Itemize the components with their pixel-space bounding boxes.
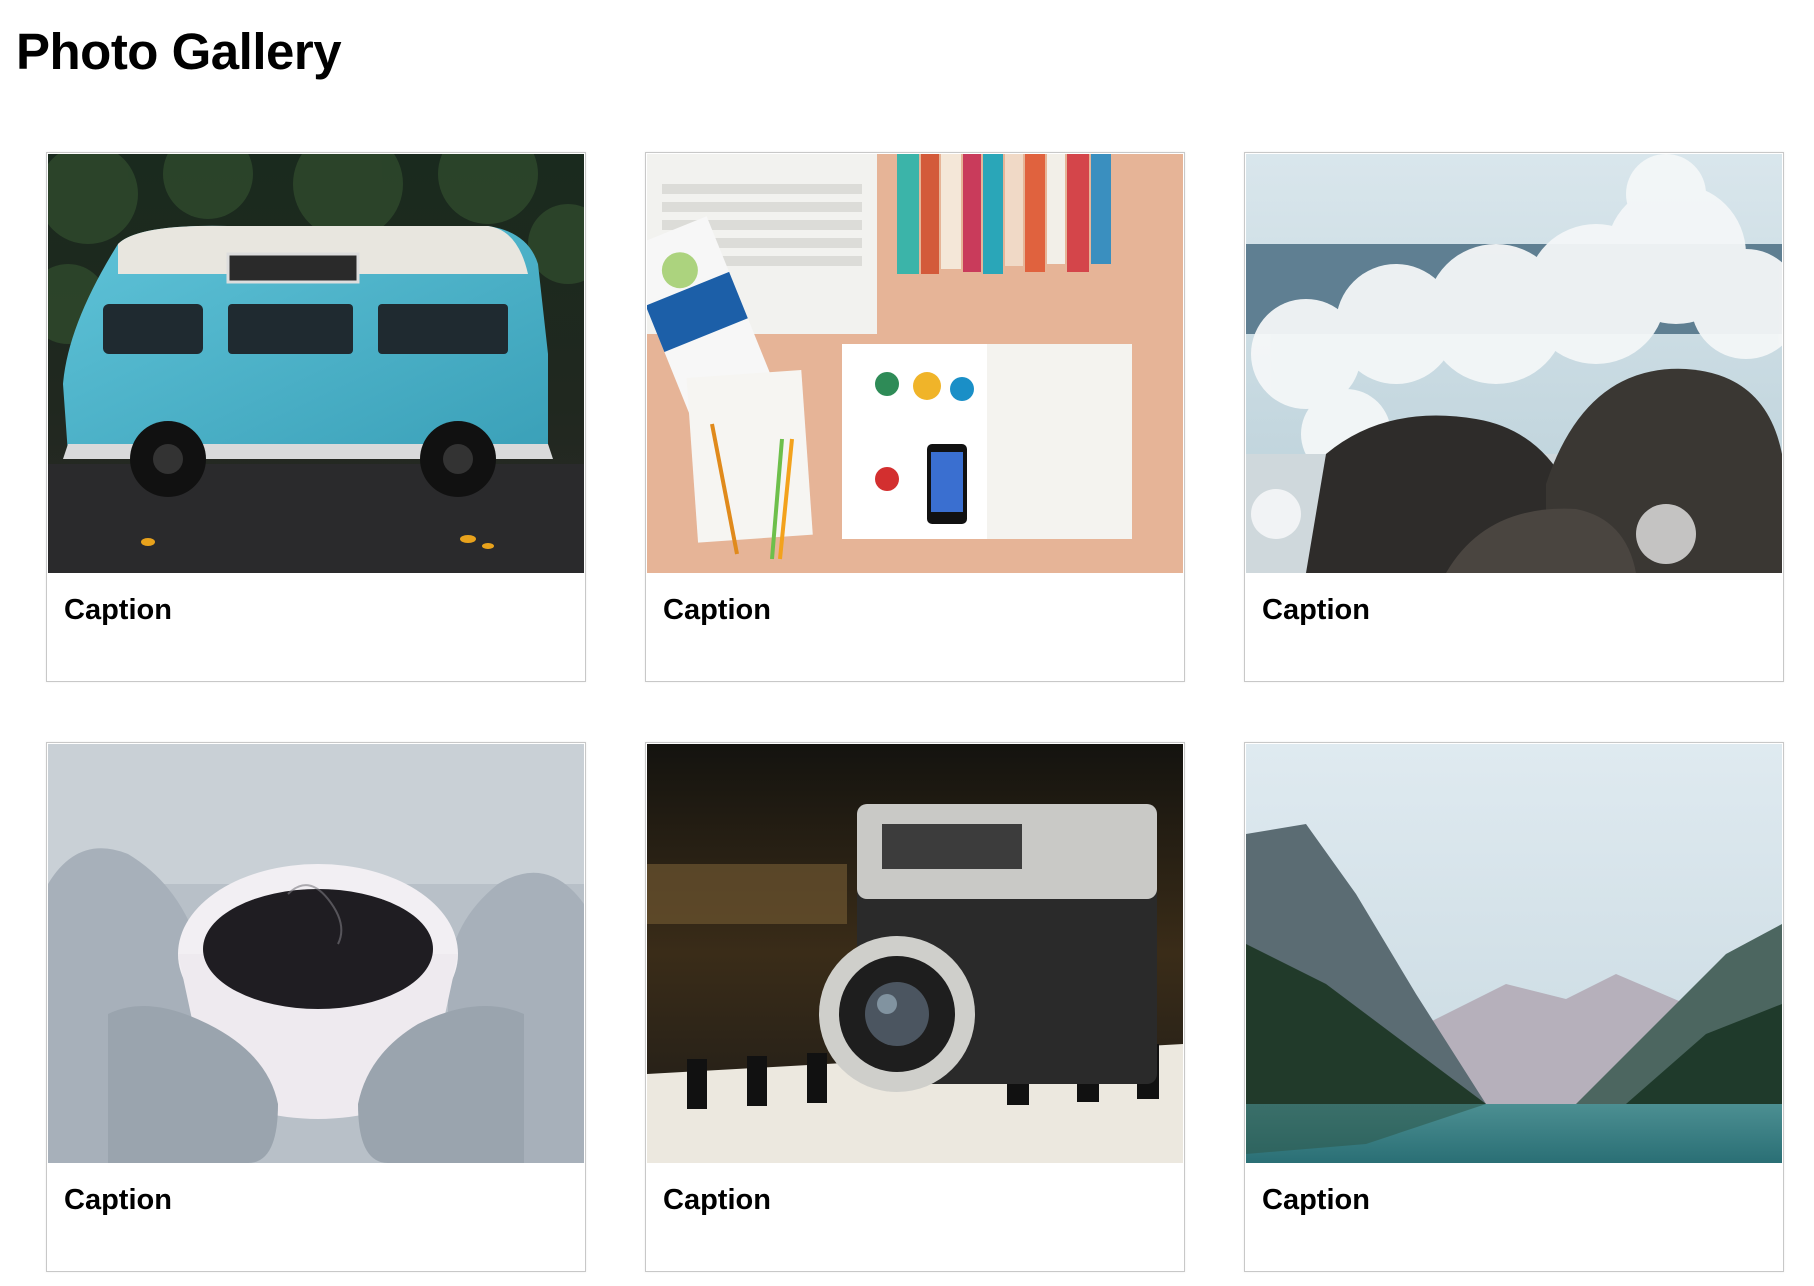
mountain-lake-valley-photo[interactable] xyxy=(1246,744,1782,1163)
gallery-card[interactable]: Caption xyxy=(645,152,1185,682)
gallery-card[interactable]: Caption xyxy=(1244,152,1784,682)
card-caption: Caption xyxy=(64,594,172,626)
ocean-wave-splash-rocks-photo[interactable] xyxy=(1246,154,1782,573)
vintage-camera-on-piano-photo[interactable] xyxy=(647,744,1183,1163)
card-caption: Caption xyxy=(64,1184,172,1216)
gallery-card[interactable]: Caption xyxy=(46,742,586,1272)
desk-flatlay-laptop-magazine-photo[interactable] xyxy=(647,154,1183,573)
card-caption: Caption xyxy=(1262,1184,1370,1216)
gallery-card[interactable]: Caption xyxy=(1244,742,1784,1272)
card-caption: Caption xyxy=(663,1184,771,1216)
gallery-card[interactable]: Caption xyxy=(46,152,586,682)
photo-gallery-grid: Caption Caption Caption Caption Caption … xyxy=(46,152,1784,1272)
card-caption: Caption xyxy=(1262,594,1370,626)
vintage-blue-van-photo[interactable] xyxy=(48,154,584,573)
gallery-card[interactable]: Caption xyxy=(645,742,1185,1272)
card-caption: Caption xyxy=(663,594,771,626)
coffee-cup-knitted-mittens-photo[interactable] xyxy=(48,744,584,1163)
page-title: Photo Gallery xyxy=(16,23,342,80)
